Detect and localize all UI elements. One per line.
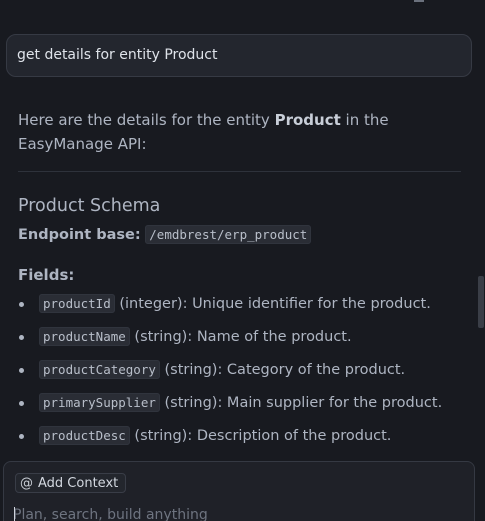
field-description: (integer): Unique identifier for the pro…	[119, 296, 431, 312]
bullet-icon	[19, 434, 24, 439]
bullet-icon	[19, 368, 24, 373]
list-item: productDesc (string): Description of the…	[18, 426, 466, 461]
bullet-icon	[19, 401, 24, 406]
add-context-label: Add Context	[38, 475, 119, 491]
field-description: (string): Name of the product.	[134, 329, 352, 345]
field-description: (string): Category of the product.	[164, 362, 406, 378]
schema-heading: Product Schema	[18, 196, 161, 216]
divider	[18, 171, 461, 172]
field-name-code: productCategory	[39, 360, 160, 379]
assistant-response: Here are the details for the entity Prod…	[18, 108, 466, 461]
field-name-code: productDesc	[39, 426, 130, 445]
composer-input[interactable]	[13, 505, 453, 521]
fields-heading: Fields:	[18, 266, 75, 284]
composer: @ Add Context	[3, 461, 475, 521]
endpoint-label: Endpoint base:	[18, 227, 141, 243]
field-name-code: productId	[39, 294, 115, 313]
field-description: (string): Description of the product.	[134, 428, 392, 444]
list-item: productId (integer): Unique identifier f…	[18, 294, 466, 329]
list-item: productCategory (string): Category of th…	[18, 360, 466, 395]
add-context-button[interactable]: @ Add Context	[15, 473, 127, 493]
field-name-code: productName	[39, 327, 130, 346]
at-icon: @	[20, 475, 33, 491]
field-description: (string): Main supplier for the product.	[164, 395, 443, 411]
response-intro: Here are the details for the entity Prod…	[18, 108, 466, 156]
chat-panel: get details for entity Product Here are …	[0, 0, 485, 521]
endpoint-code: /emdbrest/erp_product	[145, 225, 312, 244]
user-query-bubble[interactable]: get details for entity Product	[6, 34, 472, 77]
list-item: primarySupplier (string): Main supplier …	[18, 393, 466, 428]
toolbar-edge	[414, 0, 424, 2]
bullet-icon	[19, 335, 24, 340]
fields-list: productId (integer): Unique identifier f…	[18, 294, 466, 461]
endpoint-line: Endpoint base: /emdbrest/erp_product	[18, 225, 466, 244]
scrollbar-thumb[interactable]	[478, 276, 484, 328]
field-name-code: primarySupplier	[39, 393, 160, 412]
intro-entity-name: Product	[274, 111, 341, 129]
bullet-icon	[19, 302, 24, 307]
intro-prefix: Here are the details for the entity	[18, 111, 275, 129]
user-query-text: get details for entity Product	[17, 47, 218, 63]
list-item: productName (string): Name of the produc…	[18, 327, 466, 362]
text-caret	[14, 507, 15, 521]
